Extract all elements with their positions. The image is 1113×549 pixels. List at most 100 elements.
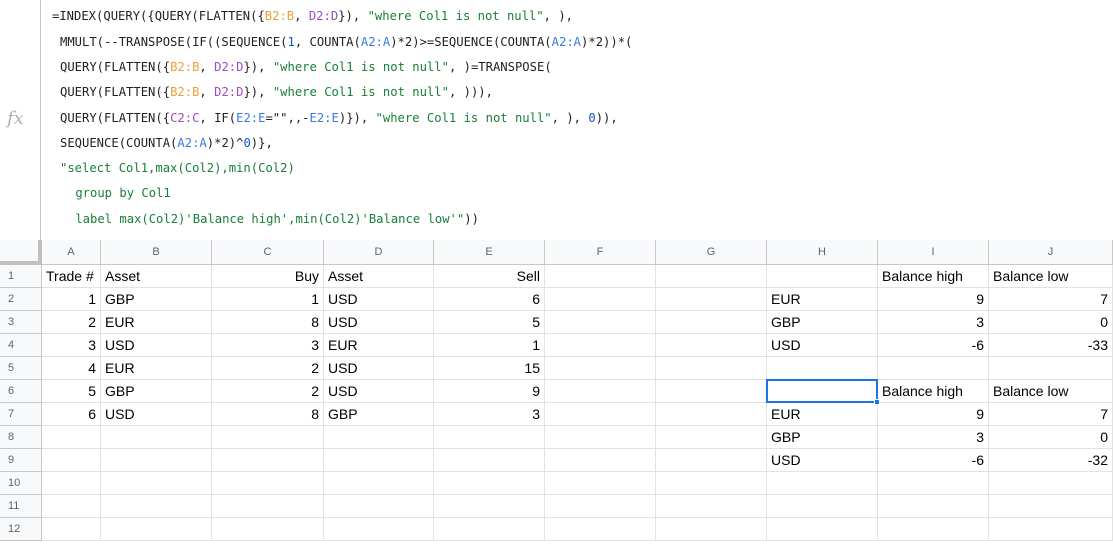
cell-j12[interactable] (989, 518, 1113, 541)
formula-bar[interactable]: fx =INDEX(QUERY({QUERY(FLATTEN({B2:B, D2… (0, 0, 1113, 240)
cell-g9[interactable] (656, 449, 767, 472)
cell-e4[interactable]: 1 (434, 334, 545, 357)
cell-i7[interactable]: 9 (878, 403, 989, 426)
cell-a5[interactable]: 4 (42, 357, 101, 380)
cell-h12[interactable] (767, 518, 878, 541)
cell-i8[interactable]: 3 (878, 426, 989, 449)
cell-h4[interactable]: USD (767, 334, 878, 357)
cell-h9[interactable]: USD (767, 449, 878, 472)
cell-h10[interactable] (767, 472, 878, 495)
column-header-d[interactable]: D (324, 240, 434, 265)
cell-g12[interactable] (656, 518, 767, 541)
cell-e9[interactable] (434, 449, 545, 472)
column-header-f[interactable]: F (545, 240, 656, 265)
row-header-7[interactable]: 7 (0, 403, 42, 426)
cell-b5[interactable]: EUR (101, 357, 212, 380)
cell-b10[interactable] (101, 472, 212, 495)
cell-h8[interactable]: GBP (767, 426, 878, 449)
cell-h3[interactable]: GBP (767, 311, 878, 334)
cell-e8[interactable] (434, 426, 545, 449)
cell-d2[interactable]: USD (324, 288, 434, 311)
cell-d5[interactable]: USD (324, 357, 434, 380)
cell-c9[interactable] (212, 449, 324, 472)
cell-c6[interactable]: 2 (212, 380, 324, 403)
cell-g4[interactable] (656, 334, 767, 357)
cell-d8[interactable] (324, 426, 434, 449)
cell-i6[interactable]: Balance high (878, 380, 989, 403)
cell-e5[interactable]: 15 (434, 357, 545, 380)
cell-g3[interactable] (656, 311, 767, 334)
fill-handle[interactable] (874, 399, 880, 405)
cell-i3[interactable]: 3 (878, 311, 989, 334)
cell-g7[interactable] (656, 403, 767, 426)
cell-j8[interactable]: 0 (989, 426, 1113, 449)
cell-e11[interactable] (434, 495, 545, 518)
cell-d6[interactable]: USD (324, 380, 434, 403)
cell-d7[interactable]: GBP (324, 403, 434, 426)
cell-h7[interactable]: EUR (767, 403, 878, 426)
cell-f12[interactable] (545, 518, 656, 541)
cell-j2[interactable]: 7 (989, 288, 1113, 311)
cell-b4[interactable]: USD (101, 334, 212, 357)
cell-g10[interactable] (656, 472, 767, 495)
cell-j6[interactable]: Balance low (989, 380, 1113, 403)
cell-c3[interactable]: 8 (212, 311, 324, 334)
row-header-8[interactable]: 8 (0, 426, 42, 449)
cell-f7[interactable] (545, 403, 656, 426)
cell-e6[interactable]: 9 (434, 380, 545, 403)
cell-h11[interactable] (767, 495, 878, 518)
cell-h6[interactable] (767, 380, 878, 403)
cell-b3[interactable]: EUR (101, 311, 212, 334)
cell-e7[interactable]: 3 (434, 403, 545, 426)
cell-f9[interactable] (545, 449, 656, 472)
cell-h1[interactable] (767, 265, 878, 288)
cell-j3[interactable]: 0 (989, 311, 1113, 334)
cell-c7[interactable]: 8 (212, 403, 324, 426)
cell-h5[interactable] (767, 357, 878, 380)
cell-f2[interactable] (545, 288, 656, 311)
cell-f6[interactable] (545, 380, 656, 403)
column-header-e[interactable]: E (434, 240, 545, 265)
cell-b6[interactable]: GBP (101, 380, 212, 403)
cell-d11[interactable] (324, 495, 434, 518)
cell-d9[interactable] (324, 449, 434, 472)
cell-a4[interactable]: 3 (42, 334, 101, 357)
cell-g8[interactable] (656, 426, 767, 449)
cell-b8[interactable] (101, 426, 212, 449)
cell-f10[interactable] (545, 472, 656, 495)
cell-a3[interactable]: 2 (42, 311, 101, 334)
cell-b1[interactable]: Asset (101, 265, 212, 288)
cell-d1[interactable]: Asset (324, 265, 434, 288)
cell-a6[interactable]: 5 (42, 380, 101, 403)
select-all-corner[interactable] (0, 240, 42, 265)
column-header-g[interactable]: G (656, 240, 767, 265)
column-header-i[interactable]: I (878, 240, 989, 265)
column-header-b[interactable]: B (101, 240, 212, 265)
row-header-6[interactable]: 6 (0, 380, 42, 403)
cell-i11[interactable] (878, 495, 989, 518)
cell-a12[interactable] (42, 518, 101, 541)
row-header-10[interactable]: 10 (0, 472, 42, 495)
cell-d10[interactable] (324, 472, 434, 495)
cell-i9[interactable]: -6 (878, 449, 989, 472)
cell-f5[interactable] (545, 357, 656, 380)
cell-b2[interactable]: GBP (101, 288, 212, 311)
cell-f3[interactable] (545, 311, 656, 334)
row-header-3[interactable]: 3 (0, 311, 42, 334)
cell-d4[interactable]: EUR (324, 334, 434, 357)
cell-a11[interactable] (42, 495, 101, 518)
cell-i12[interactable] (878, 518, 989, 541)
cell-g2[interactable] (656, 288, 767, 311)
cell-f8[interactable] (545, 426, 656, 449)
row-header-11[interactable]: 11 (0, 495, 42, 518)
column-header-c[interactable]: C (212, 240, 324, 265)
cell-e3[interactable]: 5 (434, 311, 545, 334)
spreadsheet-grid[interactable]: A B C D E F G H I J 1 Trade # Asset Buy Asset Sell Balan… (0, 240, 1113, 549)
cell-f4[interactable] (545, 334, 656, 357)
cell-e1[interactable]: Sell (434, 265, 545, 288)
cell-f1[interactable] (545, 265, 656, 288)
column-header-a[interactable]: A (42, 240, 101, 265)
cell-j9[interactable]: -32 (989, 449, 1113, 472)
cell-c2[interactable]: 1 (212, 288, 324, 311)
row-header-12[interactable]: 12 (0, 518, 42, 541)
